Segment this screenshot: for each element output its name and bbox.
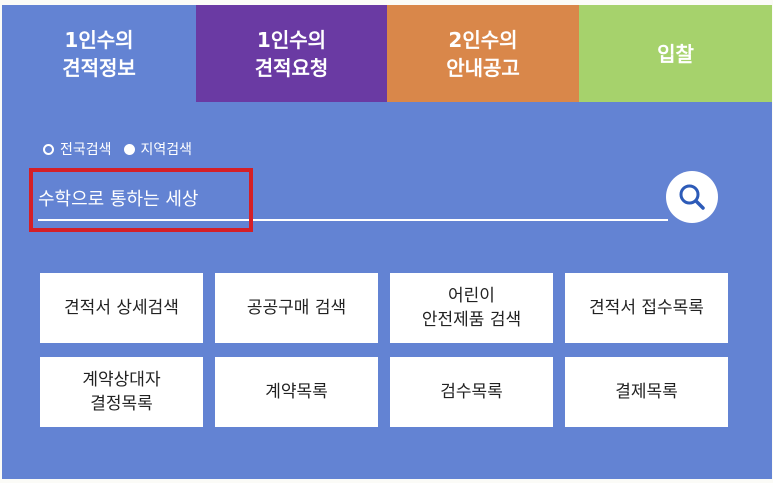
radio-regional-label[interactable]: 지역검색	[141, 139, 193, 159]
tab-label: 1인수의 견적정보	[62, 27, 136, 80]
quick-link-grid: 견적서 상세검색 공공구매 검색 어린이 안전제품 검색 견적서 접수목록 계약…	[40, 273, 730, 427]
button-label: 결제목록	[615, 382, 678, 402]
payment-list-button[interactable]: 결제목록	[565, 357, 728, 427]
search-scope: 전국검색 지역검색	[43, 139, 192, 159]
button-label: 계약상대자 결정목록	[82, 370, 161, 414]
child-safety-product-search-button[interactable]: 어린이 안전제품 검색	[390, 273, 553, 343]
search-button[interactable]	[666, 171, 718, 223]
contract-list-button[interactable]: 계약목록	[215, 357, 378, 427]
button-label: 검수목록	[440, 382, 503, 402]
tab-1person-quote-info[interactable]: 1인수의 견적정보	[2, 5, 196, 102]
tab-1person-quote-request[interactable]: 1인수의 견적요청	[196, 5, 387, 102]
search-icon	[679, 184, 705, 210]
radio-regional[interactable]	[123, 143, 135, 155]
tab-bar: 1인수의 견적정보 1인수의 견적요청 2인수의 안내공고 입찰	[2, 5, 772, 102]
button-label: 계약목록	[265, 382, 328, 402]
search-highlight-box	[29, 168, 253, 232]
quote-receipt-list-button[interactable]: 견적서 접수목록	[565, 273, 728, 343]
button-label: 견적서 접수목록	[589, 298, 704, 318]
inspection-list-button[interactable]: 검수목록	[390, 357, 553, 427]
tab-label: 입찰	[657, 41, 694, 66]
button-label: 견적서 상세검색	[64, 298, 179, 318]
button-label: 공공구매 검색	[246, 298, 347, 318]
tab-label: 1인수의 견적요청	[254, 27, 329, 80]
radio-nationwide[interactable]	[43, 143, 54, 155]
button-label: 어린이 안전제품 검색	[421, 286, 522, 330]
tab-2person-notice[interactable]: 2인수의 안내공고	[387, 5, 579, 102]
contractor-decision-list-button[interactable]: 계약상대자 결정목록	[40, 357, 203, 427]
public-purchase-search-button[interactable]: 공공구매 검색	[215, 273, 378, 343]
quote-detail-search-button[interactable]: 견적서 상세검색	[40, 273, 203, 343]
tab-label: 2인수의 안내공고	[446, 27, 520, 80]
tab-bid[interactable]: 입찰	[579, 5, 772, 102]
radio-nationwide-label[interactable]: 전국검색	[60, 139, 112, 159]
